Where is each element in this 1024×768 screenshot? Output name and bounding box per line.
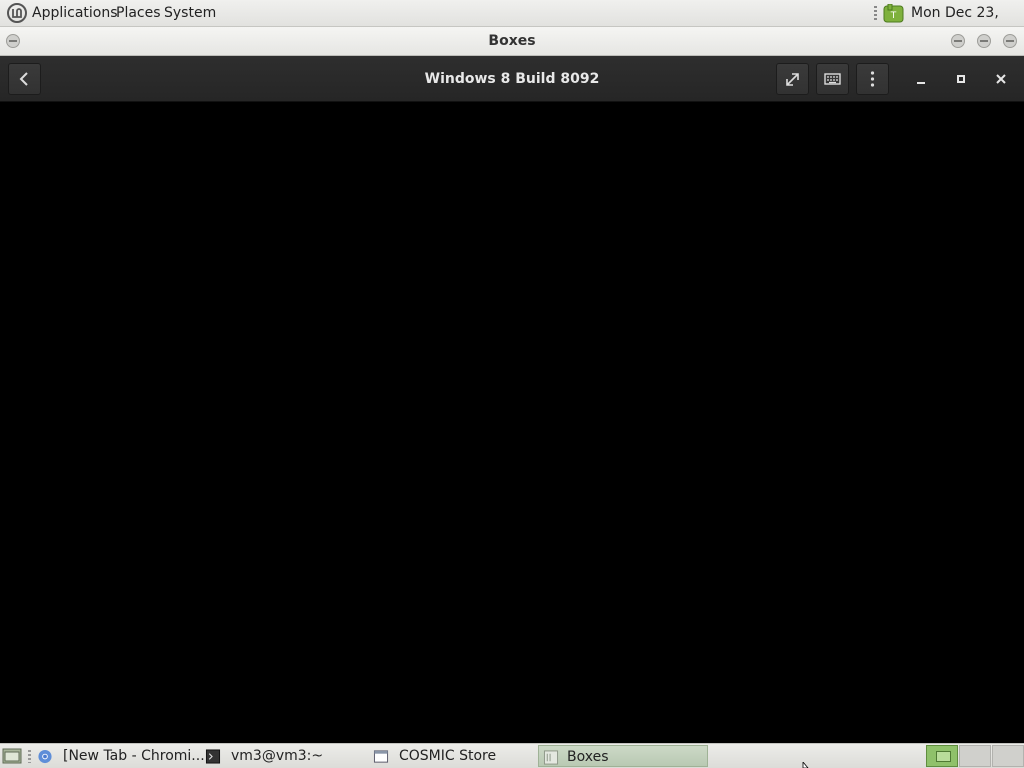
task-label: vm3@vm3:~ — [231, 748, 324, 764]
minimize-window-icon[interactable] — [951, 34, 965, 48]
clock[interactable]: Mon Dec 23, 11:04 — [911, 0, 1024, 47]
vertical-ellipsis-icon — [870, 71, 875, 87]
system-menu[interactable]: System — [164, 0, 216, 26]
task-terminal[interactable]: vm3@vm3:~ — [205, 745, 365, 767]
task-chromium[interactable]: [New Tab - Chromi... — [37, 745, 205, 767]
applications-menu[interactable]: Applications — [32, 0, 118, 26]
fullscreen-icon — [786, 73, 799, 86]
bottom-panel: [New Tab - Chromi... vm3@vm3:~ COSMIC St… — [0, 743, 1024, 768]
show-desktop-icon[interactable] — [2, 747, 22, 765]
update-manager-icon[interactable]: T — [883, 4, 904, 23]
task-label: Boxes — [567, 749, 609, 765]
window-title: Boxes — [488, 33, 536, 49]
header-bar: Windows 8 Build 8092 — [0, 56, 1024, 102]
tray-separator — [874, 6, 877, 21]
mint-logo-icon[interactable] — [7, 3, 27, 23]
keyboard-button[interactable] — [816, 63, 849, 95]
workspace-window-thumbnail — [936, 751, 951, 762]
close-window-icon[interactable] — [1003, 34, 1017, 48]
mouse-cursor-icon — [802, 762, 809, 768]
task-label: [New Tab - Chromi... — [63, 748, 205, 764]
boxes-icon — [543, 750, 559, 765]
keyboard-icon — [824, 73, 841, 85]
fullscreen-button[interactable] — [776, 63, 809, 95]
panel-handle — [28, 750, 31, 763]
terminal-icon — [205, 749, 221, 764]
task-label: COSMIC Store — [399, 748, 497, 764]
top-panel: Applications Places System T Mon Dec 23,… — [0, 0, 1024, 47]
workspace-2[interactable] — [959, 745, 991, 767]
task-cosmic-store[interactable]: COSMIC Store — [373, 745, 533, 767]
properties-menu-button[interactable] — [856, 63, 889, 95]
workspace-1[interactable] — [926, 745, 958, 767]
svg-text:T: T — [890, 11, 897, 21]
maximize-icon[interactable] — [953, 71, 969, 87]
workspace-3[interactable] — [992, 745, 1024, 767]
window-icon — [373, 750, 389, 763]
minimize-icon[interactable] — [913, 71, 929, 87]
task-boxes[interactable]: Boxes — [538, 745, 708, 767]
window-titlebar[interactable]: Boxes — [0, 27, 1024, 56]
maximize-window-icon[interactable] — [977, 34, 991, 48]
chromium-icon — [38, 749, 52, 764]
places-menu[interactable]: Places — [116, 0, 161, 26]
close-icon[interactable] — [993, 71, 1009, 87]
vm-display[interactable] — [0, 102, 1024, 743]
